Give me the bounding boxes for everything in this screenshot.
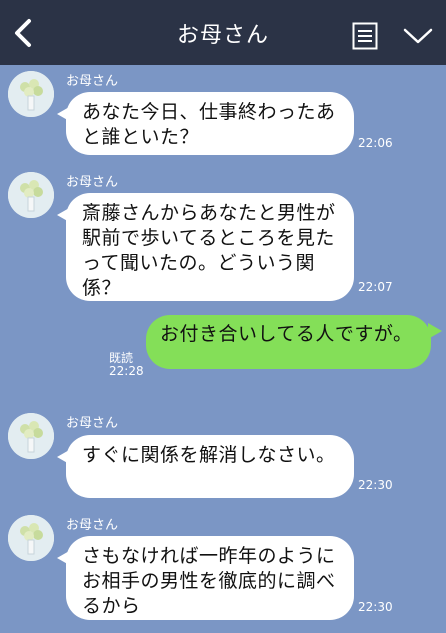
- message-time: 22:30: [358, 478, 393, 492]
- chat-title: お母さん: [176, 23, 269, 48]
- message-time: 22:28: [109, 364, 144, 378]
- flower-icon: [8, 172, 54, 218]
- message-bubble[interactable]: お付き合いしてる人ですが。: [146, 315, 442, 369]
- avatar[interactable]: [8, 172, 54, 218]
- message-time: 22:07: [358, 280, 393, 294]
- avatar[interactable]: [8, 71, 54, 117]
- message-bubble[interactable]: すぐに関係を解消しなさい。: [57, 435, 354, 498]
- flower-icon: [8, 515, 54, 561]
- sender-name: お母さん: [66, 416, 119, 431]
- chat-header: お母さん: [0, 0, 446, 65]
- flower-icon: [8, 71, 54, 117]
- flower-icon: [8, 413, 54, 459]
- message-time: 22:06: [358, 136, 393, 150]
- avatar[interactable]: [8, 413, 54, 459]
- avatar[interactable]: [8, 515, 54, 561]
- list-icon[interactable]: [352, 22, 378, 50]
- sender-name: お母さん: [66, 175, 119, 190]
- message-bubble[interactable]: あなた今日、仕事終わったあと誰といた？: [57, 92, 354, 155]
- message-bubble[interactable]: 斎藤さんからあなたと男性が駅前で歩いてるところを見たって聞いたの。どういう関係？: [57, 193, 354, 301]
- sender-name: お母さん: [66, 518, 119, 533]
- sender-name: お母さん: [66, 74, 119, 89]
- message-time: 22:30: [358, 600, 393, 614]
- chevron-down-icon[interactable]: [402, 26, 434, 46]
- message-bubble[interactable]: さもなければ一昨年のようにお相手の男性を徹底的に調べるから: [57, 536, 354, 620]
